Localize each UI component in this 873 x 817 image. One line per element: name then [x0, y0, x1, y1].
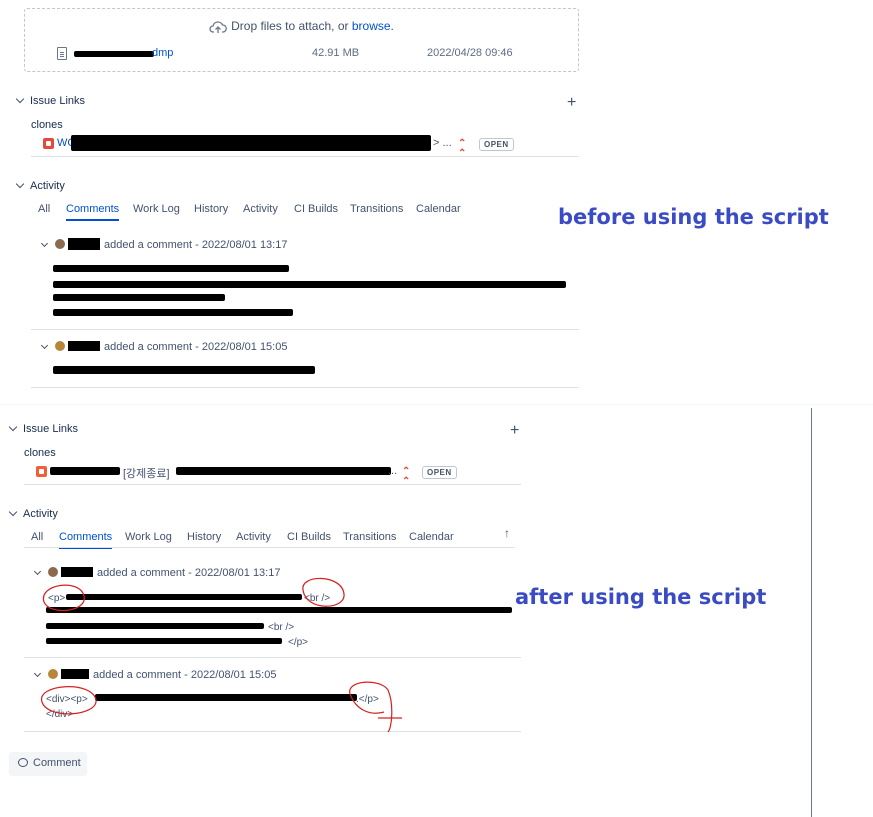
- window-edge-line: [811, 408, 812, 817]
- comment-bubble-icon: [18, 758, 28, 767]
- hand-drawn-circle-marks: [41, 577, 402, 733]
- comment-button[interactable]: Comment: [9, 752, 87, 776]
- annotation-after: after using the script: [515, 585, 767, 609]
